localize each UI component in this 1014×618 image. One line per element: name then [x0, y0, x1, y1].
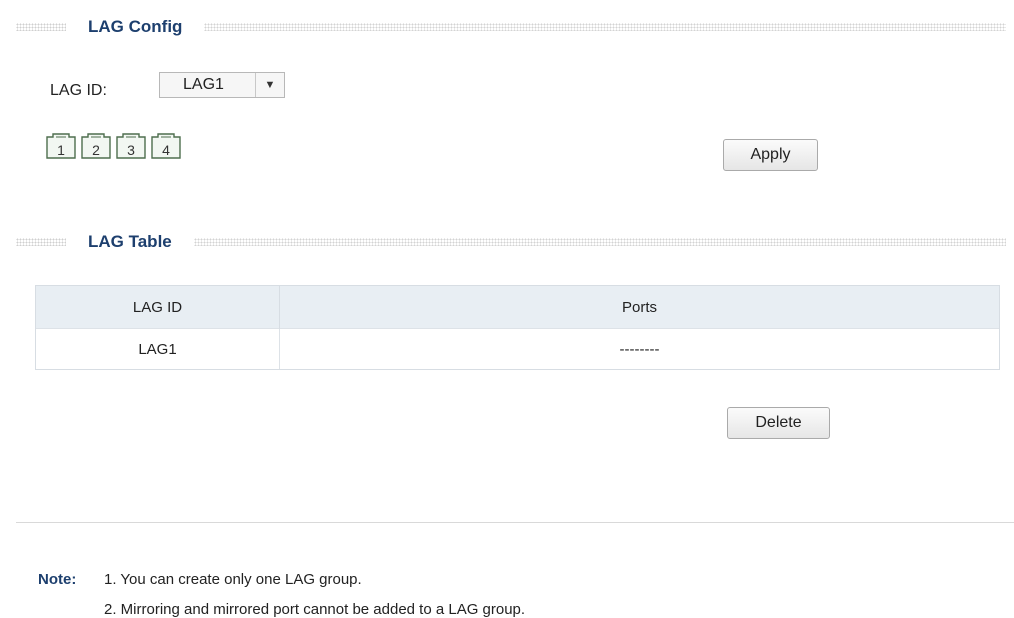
port-number: 4	[162, 142, 170, 158]
header-dots-left	[16, 238, 66, 246]
column-header-ports: Ports	[279, 286, 999, 329]
lag-config-header: LAG Config	[16, 16, 1014, 38]
delete-button[interactable]: Delete	[727, 407, 830, 439]
note-line-1: 1. You can create only one LAG group.	[104, 571, 362, 588]
note-label: Note:	[38, 571, 77, 588]
divider	[16, 522, 1014, 523]
note-line-2: 2. Mirroring and mirrored port cannot be…	[104, 601, 526, 618]
header-dots-right	[204, 23, 1006, 31]
lag-id-select-value: LAG1	[183, 76, 224, 93]
column-header-lag-id: LAG ID	[36, 286, 280, 329]
lag-table: LAG ID Ports LAG1 --------	[35, 285, 1000, 370]
table-header-row: LAG ID Ports	[36, 286, 999, 329]
chevron-down-icon[interactable]: ▼	[255, 73, 284, 97]
lag-config-title: LAG Config	[88, 17, 183, 36]
port-number: 1	[57, 142, 65, 158]
lag-table-title: LAG Table	[88, 232, 172, 251]
port-number: 3	[127, 142, 135, 158]
apply-button[interactable]: Apply	[723, 139, 818, 171]
header-dots-left	[16, 23, 66, 31]
port-3[interactable]: 3	[116, 133, 146, 159]
port-selector: 1 2 3 4	[46, 133, 181, 159]
cell-lag-id: LAG1	[36, 328, 280, 369]
port-1[interactable]: 1	[46, 133, 76, 159]
port-4[interactable]: 4	[151, 133, 181, 159]
port-number: 2	[92, 142, 100, 158]
header-dots-right	[193, 238, 1006, 246]
lag-table-header: LAG Table	[16, 231, 1014, 253]
table-row[interactable]: LAG1 --------	[36, 328, 999, 369]
lag-id-select[interactable]: LAG1 ▼	[159, 72, 285, 98]
lag-id-label: LAG ID:	[50, 82, 107, 99]
port-2[interactable]: 2	[81, 133, 111, 159]
cell-ports: --------	[279, 328, 999, 369]
